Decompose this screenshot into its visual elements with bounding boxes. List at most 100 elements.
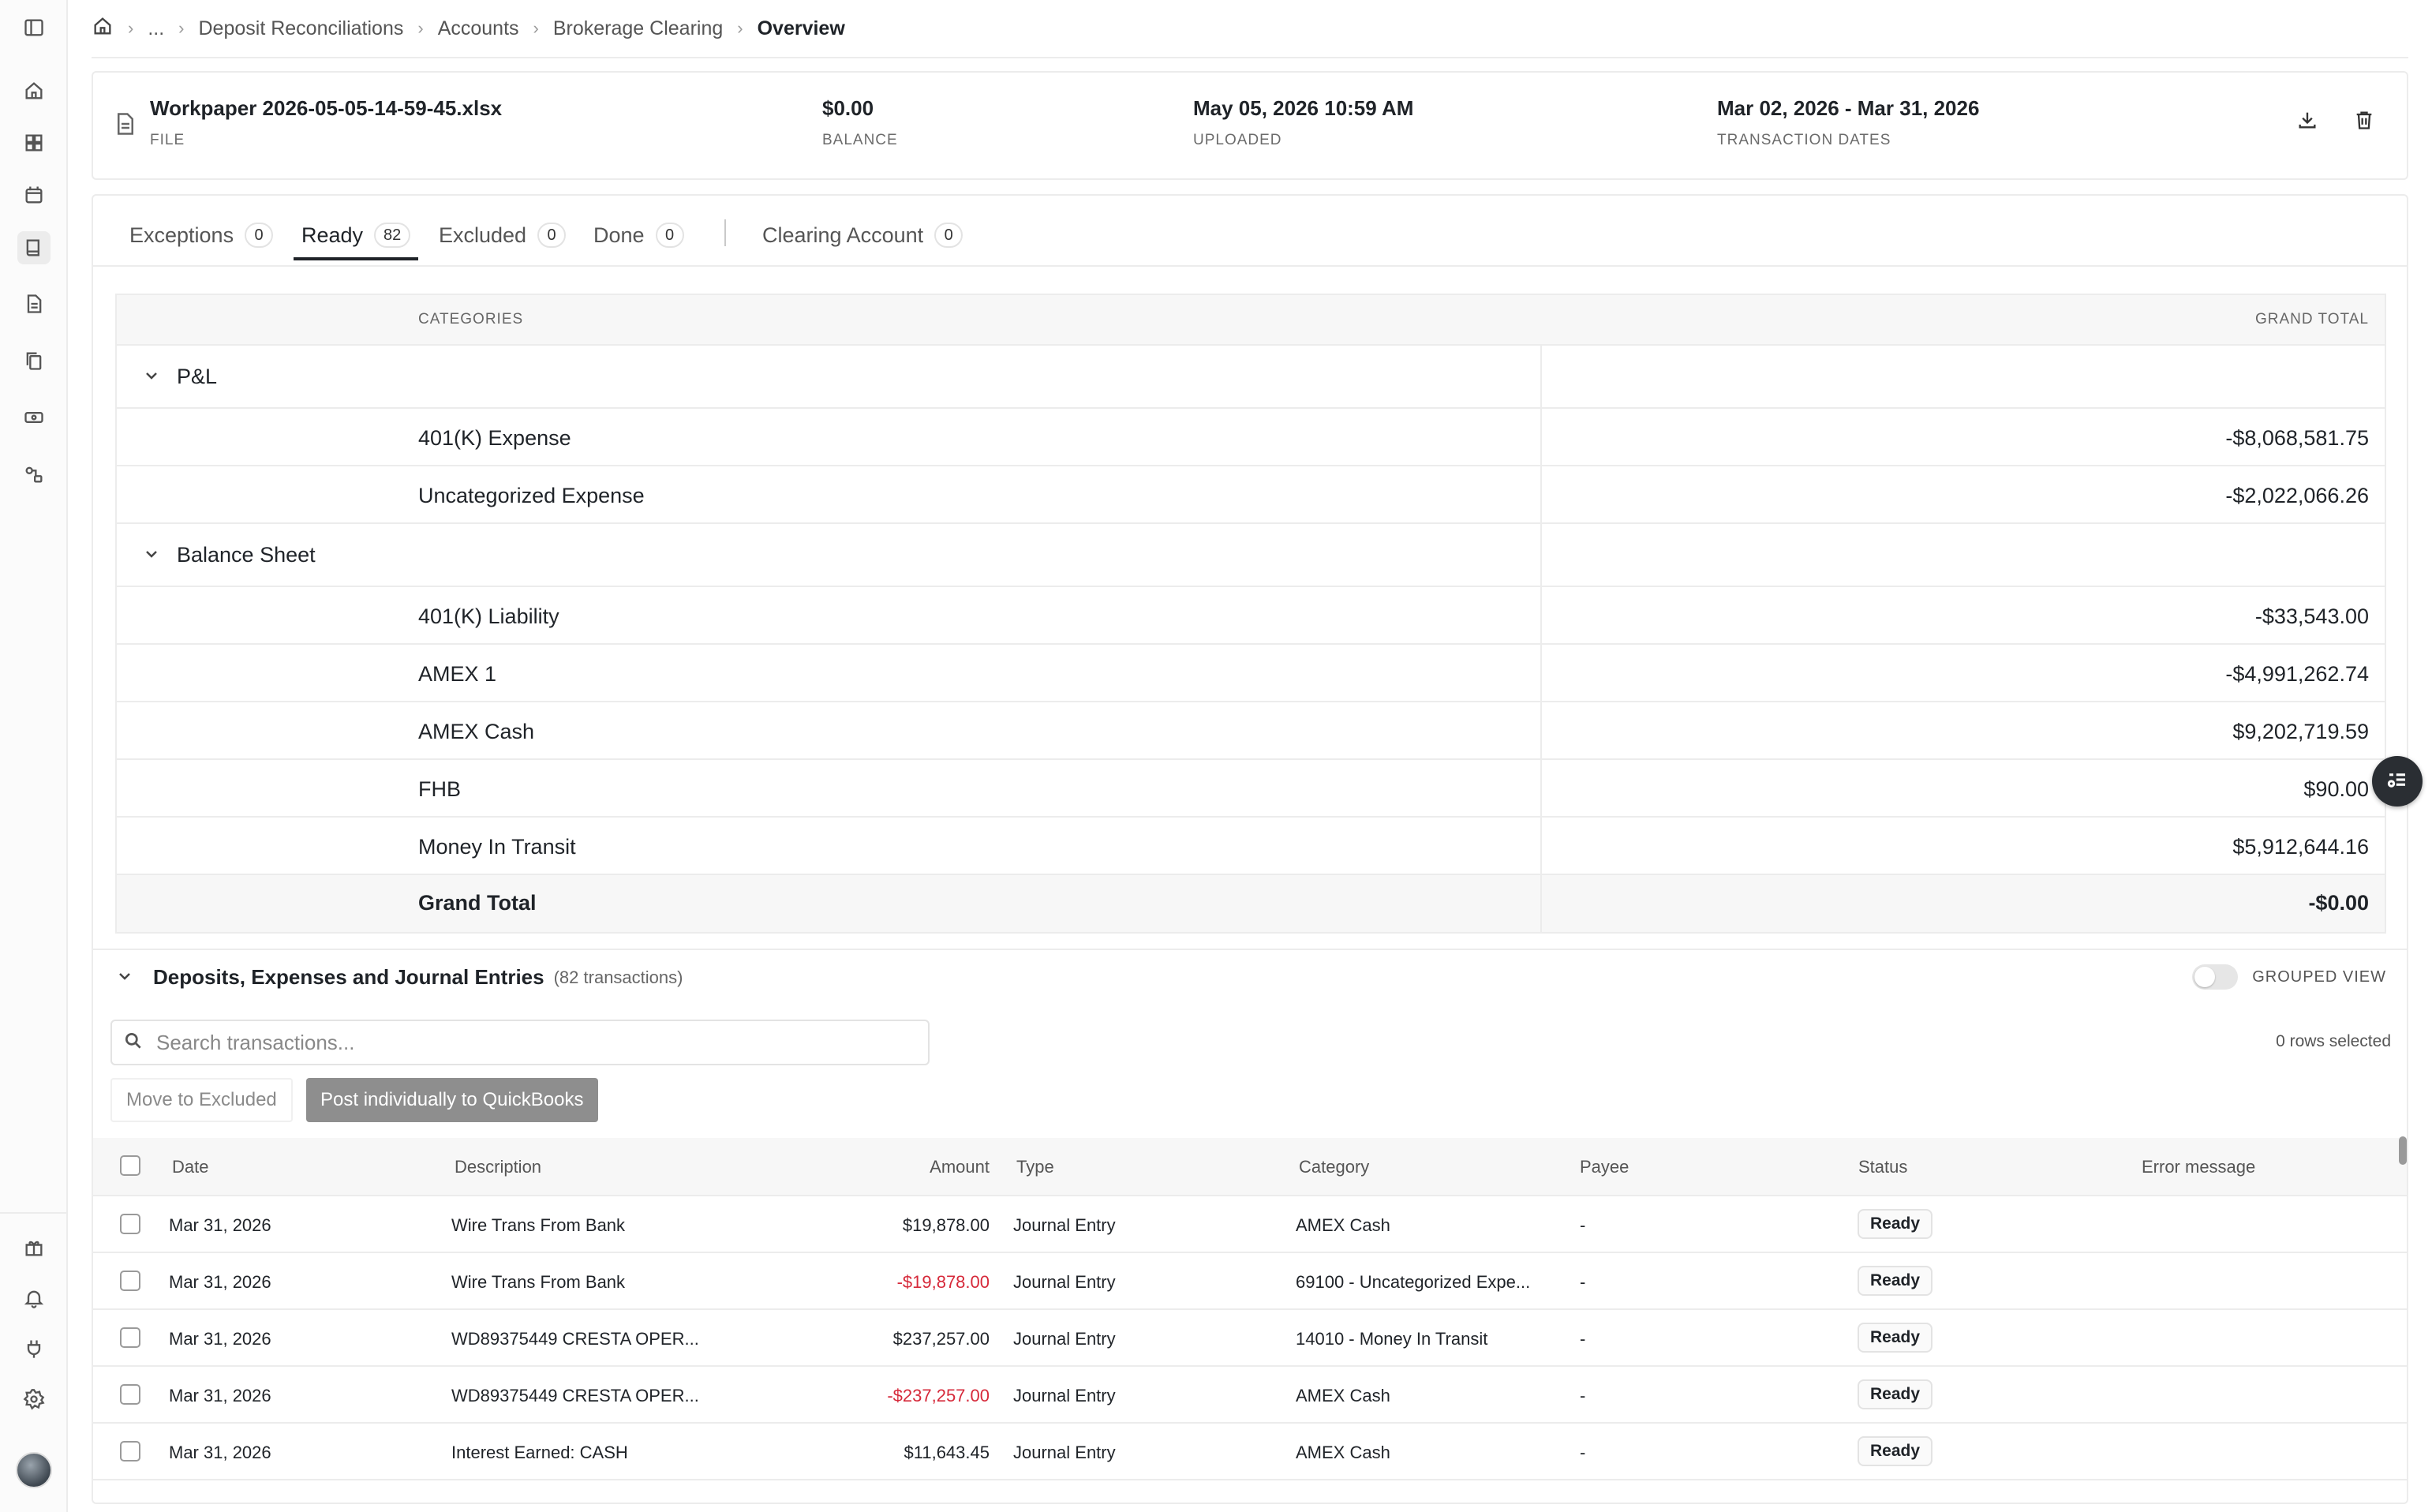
post-to-quickbooks-button[interactable]: Post individually to QuickBooks [306, 1078, 598, 1122]
grouped-view-toggle[interactable]: GROUPED VIEW [2192, 964, 2386, 990]
tab-label: Exceptions [129, 223, 234, 247]
uploaded-label: UPLOADED [1193, 132, 1282, 148]
cell-category: 14010 - Money In Transit [1296, 1329, 1488, 1349]
category-name: FHB [418, 777, 461, 801]
tab-bar: Exceptions 0 Ready 82 Excluded 0 Done 0 … [93, 196, 2407, 267]
balance-block: $0.00 BALANCE [822, 96, 898, 149]
transaction-dates-label: TRANSACTION DATES [1717, 132, 1891, 148]
download-icon[interactable] [2292, 104, 2323, 136]
chevron-down-icon[interactable] [117, 965, 133, 990]
table-row[interactable]: Mar 31, 2026 WD89375449 CRESTA OPER... $… [93, 1310, 2407, 1367]
select-all-checkbox[interactable] [120, 1155, 140, 1176]
category-total: $9,202,719.59 [2232, 720, 2369, 743]
category-name: 401(K) Liability [418, 604, 559, 628]
search-box[interactable] [110, 1020, 930, 1065]
tab-label: Ready [301, 223, 364, 247]
home-icon[interactable] [21, 77, 47, 104]
search-input[interactable] [156, 1030, 866, 1055]
gift-icon[interactable] [21, 1234, 47, 1261]
table-row[interactable]: Mar 31, 2026 WD89375449 CRESTA OPER... -… [93, 1367, 2407, 1424]
category-total: -$4,991,262.74 [2225, 662, 2369, 686]
cell-date: Mar 31, 2026 [169, 1329, 271, 1349]
chevron-down-icon[interactable] [144, 543, 159, 567]
book-icon[interactable] [17, 231, 51, 264]
column-header-type[interactable]: Type [1016, 1157, 1054, 1177]
breadcrumb-ellipsis[interactable]: ... [148, 17, 164, 40]
table-row[interactable]: Mar 31, 2026 Wire Trans From Bank $19,87… [93, 1196, 2407, 1253]
tab-done[interactable]: Done 0 [593, 216, 684, 254]
uploaded-value: May 05, 2026 10:59 AM [1193, 96, 1414, 120]
column-header-error-message[interactable]: Error message [2142, 1157, 2255, 1177]
avatar[interactable] [16, 1452, 52, 1488]
tab-label: Done [593, 223, 645, 247]
grand-total-header: GRAND TOTAL [2254, 311, 2369, 327]
transactions-section-header[interactable]: Deposits, Expenses and Journal Entries (… [117, 965, 683, 990]
breadcrumb-item-brokerage-clearing[interactable]: Brokerage Clearing [553, 17, 723, 40]
column-header-category[interactable]: Category [1299, 1157, 1369, 1177]
column-header-status[interactable]: Status [1858, 1157, 1907, 1177]
calendar-icon[interactable] [21, 182, 47, 208]
chevron-down-icon[interactable] [144, 365, 159, 389]
category-total: -$2,022,066.26 [2225, 484, 2369, 507]
column-header-date[interactable]: Date [172, 1157, 208, 1177]
file-icon [115, 112, 136, 140]
cell-payee: - [1580, 1386, 1586, 1405]
document-icon[interactable] [21, 290, 47, 317]
table-scrollbar[interactable] [2399, 1136, 2407, 1165]
breadcrumb-item-deposit-reconciliations[interactable]: Deposit Reconciliations [199, 17, 404, 40]
cell-type: Journal Entry [1013, 1215, 1116, 1235]
chevron-right-icon: › [533, 18, 539, 38]
toggle-switch[interactable] [2192, 964, 2239, 990]
group-label: P&L [177, 365, 218, 388]
section-title: Deposits, Expenses and Journal Entries [153, 965, 544, 989]
rows-selected-text: 0 rows selected [2276, 1032, 2391, 1050]
tab-excluded[interactable]: Excluded 0 [439, 216, 567, 254]
cash-icon[interactable] [21, 404, 47, 431]
category-group-balance-sheet[interactable]: Balance Sheet [117, 524, 2385, 587]
trash-icon[interactable] [2348, 104, 2380, 136]
cell-amount: $11,643.45 [904, 1443, 990, 1462]
tab-label: Excluded [439, 223, 527, 247]
column-header-description[interactable]: Description [455, 1157, 541, 1177]
category-group-pnl[interactable]: P&L [117, 346, 2385, 409]
table-row[interactable]: Mar 31, 2026 Interest Earned: CASH $11,6… [93, 1424, 2407, 1480]
category-name: AMEX Cash [418, 720, 535, 743]
category-name: Uncategorized Expense [418, 484, 645, 507]
panel-toggle-icon[interactable] [21, 14, 47, 41]
filter-list-button[interactable] [2372, 756, 2423, 807]
column-header-amount[interactable]: Amount [832, 1157, 990, 1177]
bell-icon[interactable] [21, 1285, 47, 1312]
row-checkbox[interactable] [120, 1271, 140, 1291]
move-to-excluded-button[interactable]: Move to Excluded [110, 1078, 293, 1122]
cell-description: Wire Trans From Bank [451, 1272, 626, 1292]
row-checkbox[interactable] [120, 1441, 140, 1461]
grouped-view-label: GROUPED VIEW [2252, 967, 2386, 986]
breadcrumb-item-accounts[interactable]: Accounts [438, 17, 519, 40]
table-row[interactable]: Mar 31, 2026 Wire Trans From Bank -$19,8… [93, 1253, 2407, 1310]
table-header-row: Date Description Amount Type Category Pa… [93, 1138, 2407, 1196]
main-panel: Exceptions 0 Ready 82 Excluded 0 Done 0 … [92, 194, 2408, 1504]
tab-exceptions[interactable]: Exceptions 0 [129, 216, 274, 254]
connections-icon[interactable] [21, 461, 47, 488]
row-checkbox[interactable] [120, 1384, 140, 1405]
cell-type: Journal Entry [1013, 1272, 1116, 1292]
dashboard-icon[interactable] [21, 129, 47, 156]
header-divider [92, 57, 2408, 58]
tab-clearing-account[interactable]: Clearing Account 0 [762, 216, 963, 254]
tab-count-badge: 0 [537, 223, 567, 248]
cell-date: Mar 31, 2026 [169, 1386, 271, 1405]
plug-icon[interactable] [21, 1335, 47, 1362]
cell-date: Mar 31, 2026 [169, 1272, 271, 1292]
home-icon[interactable] [92, 15, 114, 43]
copy-icon[interactable] [21, 347, 47, 374]
group-label: Balance Sheet [177, 543, 316, 567]
balance-value: $0.00 [822, 96, 874, 120]
cell-category: AMEX Cash [1296, 1443, 1390, 1462]
row-checkbox[interactable] [120, 1214, 140, 1234]
column-header-payee[interactable]: Payee [1580, 1157, 1629, 1177]
row-checkbox[interactable] [120, 1327, 140, 1348]
settings-icon[interactable] [21, 1386, 47, 1413]
file-name-label: FILE [150, 132, 185, 148]
cell-description: Wire Trans From Bank [451, 1215, 626, 1235]
tab-ready[interactable]: Ready 82 [293, 216, 419, 260]
